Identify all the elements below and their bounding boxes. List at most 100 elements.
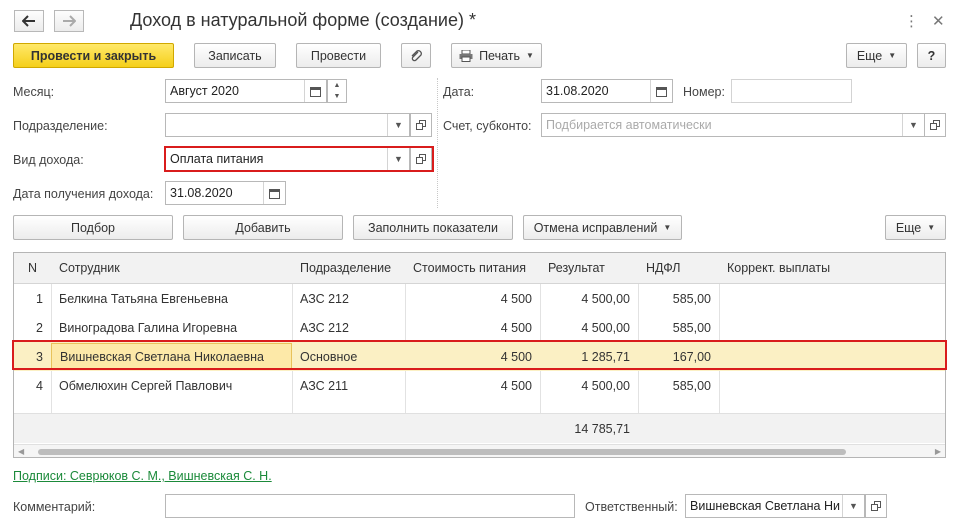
add-button[interactable]: Добавить (183, 215, 343, 240)
income-type-highlight (164, 146, 434, 172)
table-cell-corr[interactable] (719, 313, 945, 342)
cancel-corrections-label: Отмена исправлений (533, 220, 658, 235)
subdivision-label: Подразделение: (13, 119, 108, 133)
date-field[interactable]: 31.08.2020 (541, 79, 673, 103)
income-date-field[interactable]: 31.08.2020 (165, 181, 286, 205)
table-cell-result[interactable]: 4 500,00 (540, 371, 638, 400)
dropdown-arrow-icon: ▼ (888, 51, 897, 60)
forward-button[interactable] (54, 10, 84, 32)
income-type-label: Вид дохода: (13, 153, 84, 167)
calendar-icon[interactable] (650, 80, 672, 102)
table-row[interactable]: 4 Обмелюхин Сергей Павлович АЗС 211 4 500 4 … (14, 371, 945, 400)
table-cell-result[interactable]: 4 500,00 (540, 313, 638, 342)
page-title: Доход в натуральной форме (создание) * (130, 10, 476, 30)
table-cell-ndfl[interactable]: 585,00 (638, 313, 719, 342)
signatures-link[interactable]: Подписи: Севрюков С. М., Вишневская С. Н… (13, 469, 272, 483)
pick-button[interactable]: Подбор (13, 215, 173, 240)
column-header[interactable]: Стоимость питания (405, 253, 540, 283)
scroll-left-icon[interactable]: ◀ (18, 447, 24, 456)
responsible-field[interactable]: Вишневская Светлана Ни ▼ (685, 494, 865, 518)
table-cell-n[interactable]: 4 (14, 371, 51, 400)
arrow-right-icon (63, 15, 76, 27)
table-cell-subdivision[interactable]: АЗС 212 (292, 313, 405, 342)
scrollbar-thumb[interactable] (38, 449, 846, 455)
income-date-label: Дата получения дохода: (13, 187, 154, 201)
table-more-button[interactable]: Еще ▼ (885, 215, 946, 240)
chevron-down-icon[interactable]: ▼ (328, 91, 346, 102)
more-button[interactable]: Еще ▼ (846, 43, 907, 68)
table-cell-ndfl[interactable]: 585,00 (638, 284, 719, 313)
column-header[interactable]: Результат (540, 253, 638, 283)
back-button[interactable] (14, 10, 44, 32)
table-cell-employee[interactable]: Белкина Татьяна Евгеньевна (51, 284, 292, 313)
cancel-corrections-button[interactable]: Отмена исправлений ▼ (523, 215, 682, 240)
table-cell-subdivision[interactable]: АЗС 212 (292, 284, 405, 313)
printer-icon (459, 49, 473, 62)
column-divider (437, 78, 438, 208)
dropdown-arrow-icon: ▼ (927, 223, 936, 232)
dropdown-arrow-icon: ▼ (663, 223, 672, 232)
paperclip-icon (411, 49, 422, 61)
date-label: Дата: (443, 85, 475, 99)
table-cell-corr[interactable] (719, 284, 945, 313)
dropdown-arrow-icon[interactable]: ▼ (902, 114, 924, 136)
month-label: Месяц: (13, 85, 55, 99)
close-icon[interactable]: ✕ (932, 12, 945, 30)
column-header[interactable]: Коррект. выплаты (719, 253, 945, 283)
result-total: 14 785,71 (574, 421, 630, 436)
post-button[interactable]: Провести (296, 43, 381, 68)
fill-indicators-button[interactable]: Заполнить показатели (353, 215, 513, 240)
dropdown-arrow-icon[interactable]: ▼ (842, 495, 864, 517)
dropdown-arrow-icon[interactable]: ▼ (387, 114, 409, 136)
table-cell-n[interactable]: 2 (14, 313, 51, 342)
table-footer: 14 785,71 (14, 413, 945, 443)
table-cell-result[interactable]: 4 500,00 (540, 284, 638, 313)
subdivision-field[interactable]: ▼ (165, 113, 410, 137)
horizontal-scrollbar[interactable]: ◀ ▶ (14, 444, 945, 457)
attach-button[interactable] (401, 43, 431, 68)
column-header[interactable]: Сотрудник (51, 253, 292, 283)
table-cell-employee[interactable]: Виноградова Галина Игоревна (51, 313, 292, 342)
open-form-icon[interactable] (924, 113, 946, 137)
table-cell-cost[interactable]: 4 500 (405, 371, 540, 400)
number-label: Номер: (683, 85, 725, 99)
month-stepper[interactable]: ▲ ▼ (327, 79, 347, 103)
table-row[interactable]: 2 Виноградова Галина Игоревна АЗС 212 4 500… (14, 313, 945, 342)
post-and-close-button[interactable]: Провести и закрыть (13, 43, 174, 68)
column-header[interactable]: НДФЛ (638, 253, 719, 283)
column-header[interactable]: N (14, 253, 51, 283)
open-form-icon[interactable] (865, 494, 887, 518)
table-cell-n[interactable]: 1 (14, 284, 51, 313)
account-placeholder: Подбирается автоматически (546, 118, 712, 132)
scroll-right-icon[interactable]: ▶ (935, 447, 941, 456)
income-date-value: 31.08.2020 (170, 186, 233, 200)
help-button[interactable]: ? (917, 43, 946, 68)
more-label: Еще (856, 48, 883, 63)
table-cell-employee[interactable]: Обмелюхин Сергей Павлович (51, 371, 292, 400)
print-button[interactable]: Печать ▼ (451, 43, 542, 68)
comment-label: Комментарий: (13, 500, 96, 514)
table-cell-cost[interactable]: 4 500 (405, 284, 540, 313)
calendar-icon[interactable] (304, 80, 326, 102)
open-form-icon[interactable] (410, 113, 432, 137)
month-value: Август 2020 (170, 84, 239, 98)
date-value: 31.08.2020 (546, 84, 609, 98)
table-cell-cost[interactable]: 4 500 (405, 313, 540, 342)
comment-input[interactable] (165, 494, 575, 518)
table-row[interactable]: 1 Белкина Татьяна Евгеньевна АЗС 212 4 500 4… (14, 284, 945, 313)
arrow-left-icon (22, 15, 35, 27)
column-header[interactable]: Подразделение (292, 253, 405, 283)
table-cell-ndfl[interactable]: 585,00 (638, 371, 719, 400)
responsible-value: Вишневская Светлана Ни (690, 499, 840, 513)
more-actions-icon[interactable]: ⋮ (904, 12, 919, 30)
chevron-up-icon[interactable]: ▲ (328, 80, 346, 91)
selected-row-highlight (12, 340, 947, 370)
number-field[interactable] (731, 79, 852, 103)
month-field[interactable]: Август 2020 (165, 79, 327, 103)
table-cell-subdivision[interactable]: АЗС 211 (292, 371, 405, 400)
account-field[interactable]: Подбирается автоматически ▼ (541, 113, 925, 137)
calendar-icon[interactable] (263, 182, 285, 204)
save-button[interactable]: Записать (194, 43, 276, 68)
table-cell-corr[interactable] (719, 371, 945, 400)
table-more-label: Еще (895, 220, 922, 235)
